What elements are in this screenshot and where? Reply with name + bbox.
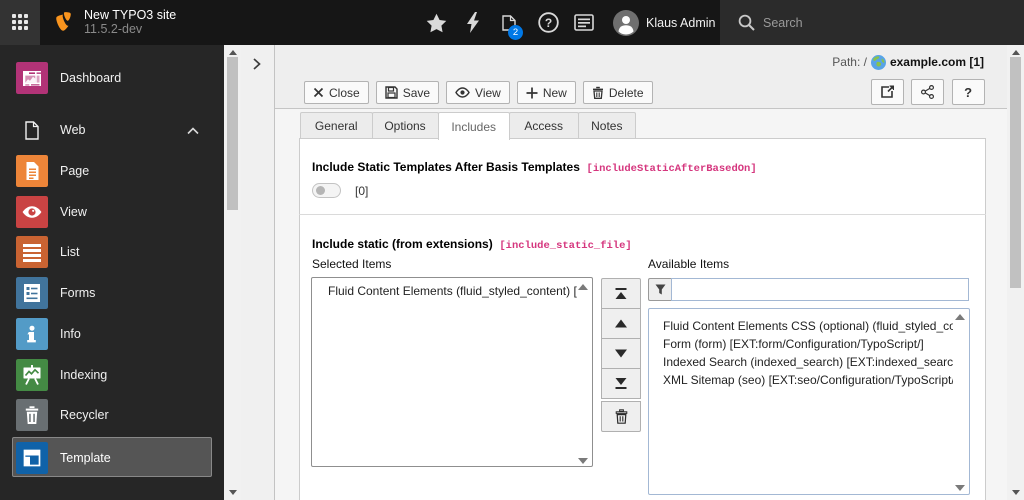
- svg-text:?: ?: [544, 16, 551, 30]
